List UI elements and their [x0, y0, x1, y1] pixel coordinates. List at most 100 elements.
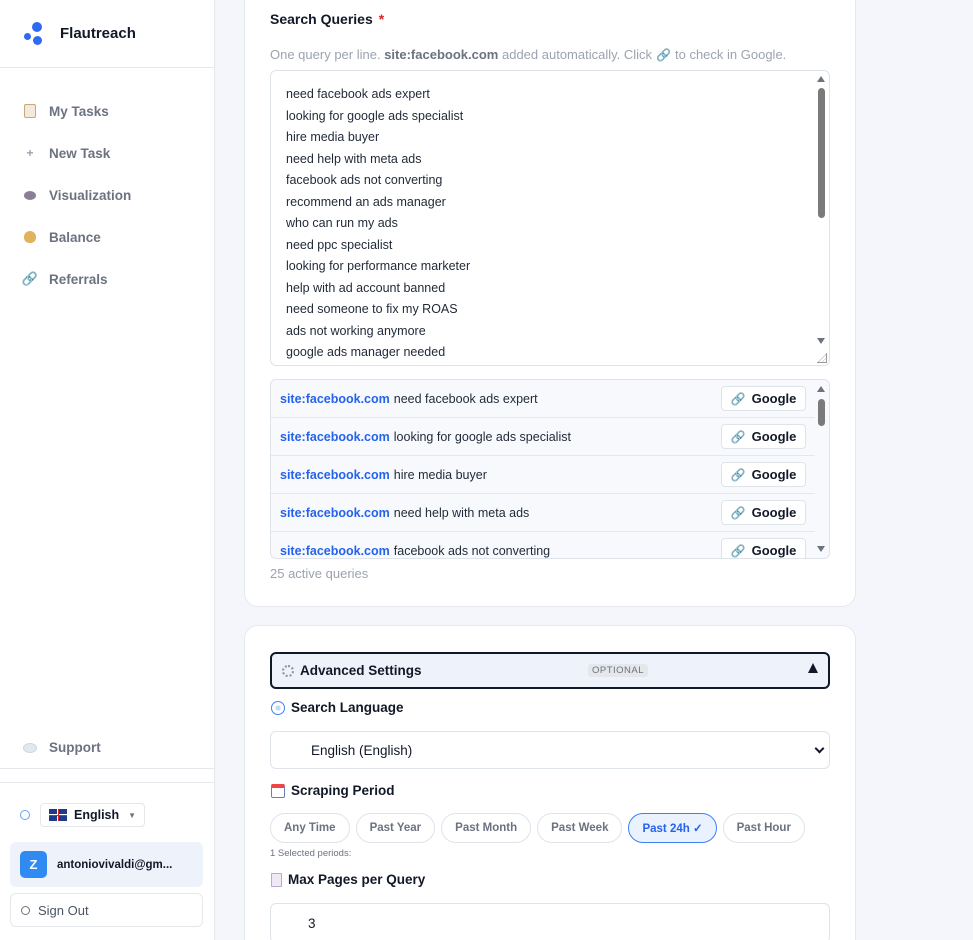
query-line: need ppc specialist — [286, 237, 393, 252]
sidebar-item-visualization[interactable]: Visualization — [0, 174, 214, 216]
link-icon: 🔗 — [730, 391, 746, 406]
sign-out-icon — [21, 905, 30, 915]
google-check-button[interactable]: 🔗 Google — [721, 462, 806, 487]
plus-icon: + — [26, 146, 34, 160]
chevron-down-icon: ▼ — [128, 810, 137, 820]
link-icon: 🔗 — [730, 543, 746, 558]
search-queries-textarea[interactable]: need facebook ads expert looking for goog… — [270, 70, 830, 366]
selected-periods-note: 1 Selected periods: — [270, 848, 352, 859]
calendar-icon — [271, 783, 285, 798]
max-pages-label: Max Pages per Query — [271, 872, 425, 887]
query-line: need help with meta ads — [286, 151, 422, 166]
query-line: recommend an ads manager — [286, 194, 446, 209]
sidebar-item-label: New Task — [49, 145, 111, 161]
scroll-up-icon[interactable] — [817, 76, 825, 82]
sidebar-item-label: Support — [49, 740, 101, 755]
search-language-value: English (English) — [311, 742, 413, 758]
globe-icon — [20, 810, 30, 820]
scroll-down-icon[interactable] — [817, 546, 825, 552]
required-mark: * — [378, 11, 385, 27]
advanced-settings-toggle[interactable]: Advanced Settings OPTIONAL — [270, 652, 830, 689]
sidebar-item-label: My Tasks — [49, 103, 109, 119]
period-past-week[interactable]: Past Week — [537, 813, 623, 843]
sidebar-divider — [0, 782, 214, 783]
user-card[interactable]: Z antoniovivaldi@gm... — [10, 842, 203, 887]
query-line: google ads manager needed — [286, 345, 446, 359]
search-language-label: Search Language — [271, 700, 404, 715]
google-check-button[interactable]: 🔗 Google — [721, 424, 806, 449]
preview-query-text: need facebook ads expert — [393, 391, 538, 406]
scraping-period-title: Scraping Period — [291, 783, 395, 798]
query-line: who can run my ads — [286, 216, 398, 230]
sidebar-item-label: Balance — [49, 229, 101, 245]
scraping-period-label: Scraping Period — [271, 783, 395, 798]
sign-out-button[interactable]: Sign Out — [10, 893, 203, 927]
query-line: help with ad account banned — [286, 280, 446, 295]
uk-flag-icon — [49, 809, 67, 821]
caret-up-icon[interactable] — [808, 663, 818, 673]
search-language-select[interactable]: English (English) — [270, 731, 830, 769]
preview-query-text: looking for google ads specialist — [393, 429, 571, 444]
language-select[interactable]: English ▼ — [40, 803, 146, 827]
clipboard-icon — [22, 103, 38, 119]
language-label: English — [74, 808, 120, 822]
sidebar-item-referrals[interactable]: 🔗 Referrals — [0, 258, 214, 300]
period-past-month[interactable]: Past Month — [441, 813, 532, 843]
query-line: looking for google ads specialist — [286, 108, 464, 123]
scroll-thumb[interactable] — [818, 399, 825, 426]
language-switcher: English ▼ — [20, 803, 146, 827]
sidebar-item-label: Referrals — [49, 271, 108, 287]
link-icon: 🔗 — [730, 467, 746, 482]
search-queries-help: One query per line. site:facebook.com ad… — [270, 47, 786, 62]
sidebar: Flautreach My Tasks + New Task Visualiza… — [0, 0, 215, 940]
brand-logo-icon — [24, 21, 46, 46]
query-line: facebook ads not converting — [286, 173, 443, 187]
sidebar-item-label: Visualization — [49, 187, 132, 203]
preview-query-text: hire media buyer — [393, 467, 487, 482]
preview-site-prefix: site:facebook.com — [280, 429, 390, 444]
advanced-settings-title: Advanced Settings — [300, 663, 422, 678]
sidebar-item-my-tasks[interactable]: My Tasks — [0, 90, 214, 132]
max-pages-input[interactable]: 3 — [270, 903, 830, 940]
preview-site-prefix: site:facebook.com — [280, 543, 390, 558]
preview-scrollbar[interactable] — [815, 381, 828, 557]
max-pages-value: 3 — [308, 915, 316, 931]
resize-handle-icon[interactable] — [817, 353, 827, 363]
sidebar-item-balance[interactable]: Balance — [0, 216, 214, 258]
google-check-button[interactable]: 🔗 Google — [721, 538, 806, 558]
period-any-time[interactable]: Any Time — [270, 813, 350, 843]
google-check-button[interactable]: 🔗 Google — [721, 500, 806, 525]
textarea-scrollbar[interactable] — [815, 72, 828, 364]
help-mid: added automatically. Click — [501, 47, 653, 62]
query-preview-list: site:facebook.com need facebook ads exper… — [270, 379, 830, 559]
avatar: Z — [20, 851, 47, 878]
globe-icon — [271, 700, 285, 715]
query-line: need facebook ads expert — [286, 87, 430, 101]
preview-row: site:facebook.com looking for google ads … — [271, 418, 815, 456]
google-check-button[interactable]: 🔗 Google — [721, 386, 806, 411]
period-past-24h[interactable]: Past 24h ✓ — [628, 813, 717, 843]
google-button-label: Google — [751, 429, 797, 444]
sidebar-item-support[interactable]: Support — [0, 727, 214, 769]
query-line: looking for performance marketer — [286, 259, 471, 273]
help-suffix: to check in Google. — [675, 47, 787, 62]
scroll-down-icon[interactable] — [817, 338, 825, 344]
brand[interactable]: Flautreach — [0, 0, 214, 68]
google-button-label: Google — [751, 505, 797, 520]
preview-site-prefix: site:facebook.com — [280, 467, 390, 482]
scroll-up-icon[interactable] — [817, 386, 825, 392]
page-icon — [271, 872, 282, 887]
link-icon: 🔗 — [21, 271, 39, 286]
period-past-hour[interactable]: Past Hour — [722, 813, 805, 843]
preview-site-prefix: site:facebook.com — [280, 505, 390, 520]
sidebar-item-new-task[interactable]: + New Task — [0, 132, 214, 174]
period-past-year[interactable]: Past Year — [355, 813, 436, 843]
search-queries-title: Search Queries — [270, 11, 373, 27]
scroll-thumb[interactable] — [818, 88, 825, 218]
preview-row: site:facebook.com need facebook ads exper… — [271, 380, 815, 418]
money-bag-icon — [22, 229, 38, 245]
link-icon: 🔗 — [656, 48, 671, 62]
preview-site-prefix: site:facebook.com — [280, 391, 390, 406]
preview-row: site:facebook.com need help with meta ads… — [271, 494, 815, 532]
link-icon: 🔗 — [730, 429, 746, 444]
